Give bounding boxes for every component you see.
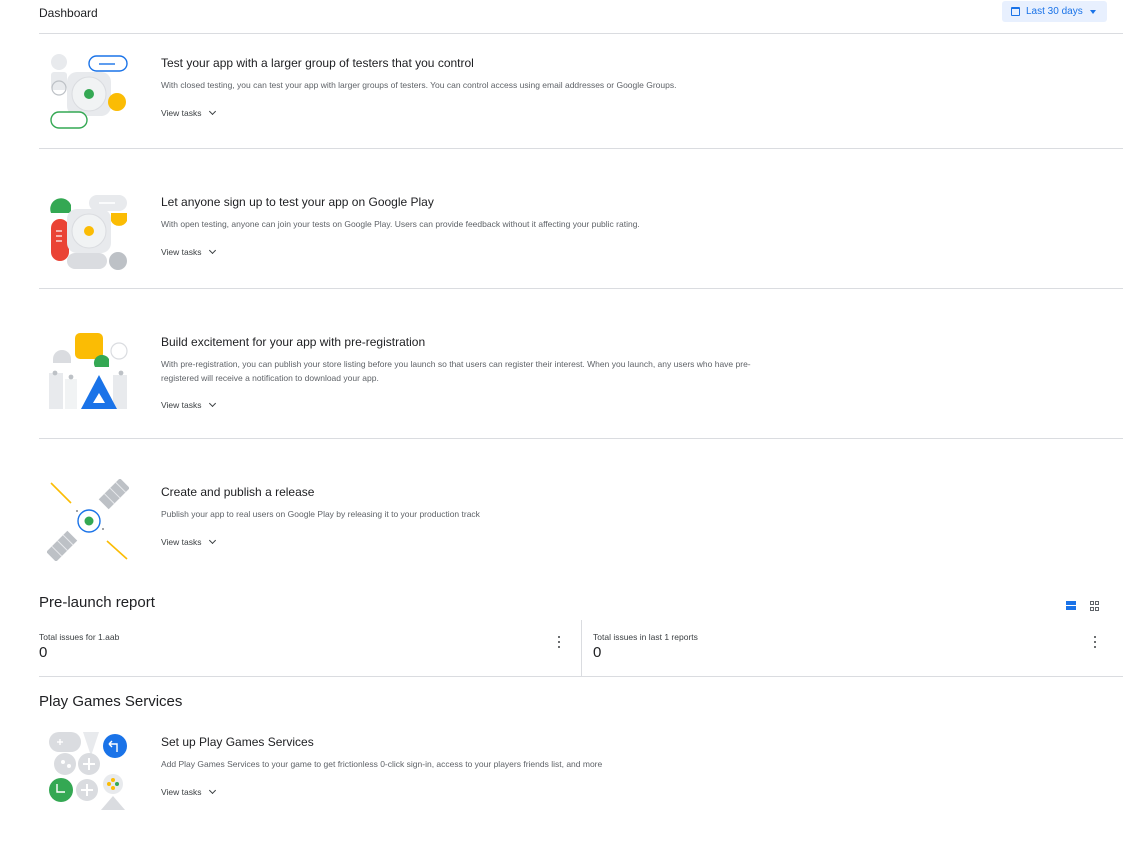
task-title: Build excitement for your app with pre-r…	[161, 335, 426, 349]
date-range-label: Last 30 days	[1026, 6, 1083, 17]
task-card-closed-testing: Test your app with a larger group of tes…	[39, 34, 1123, 148]
list-view-icon[interactable]	[1066, 601, 1076, 611]
play-games-illustration	[49, 732, 127, 810]
view-tasks-label: View tasks	[161, 787, 202, 797]
grid-view-icon[interactable]	[1090, 601, 1100, 611]
chevron-down-icon	[209, 246, 217, 255]
chevron-down-icon	[209, 536, 217, 545]
task-card-publish-release: Create and publish a release Publish you…	[39, 439, 1123, 579]
date-range-button[interactable]: Last 30 days	[1002, 1, 1107, 22]
metric-label: Total issues for 1.aab	[39, 632, 120, 642]
task-description: Add Play Games Services to your game to …	[161, 759, 603, 769]
task-title: Let anyone sign up to test your app on G…	[161, 195, 434, 209]
page-title: Dashboard	[39, 6, 98, 20]
calendar-icon	[1011, 7, 1020, 16]
more-vert-icon[interactable]	[556, 636, 562, 648]
view-tasks-label: View tasks	[161, 400, 202, 410]
task-description: With open testing, anyone can join your …	[161, 219, 640, 229]
task-description: With pre-registration, you can publish y…	[161, 359, 751, 383]
chevron-down-icon	[209, 786, 217, 795]
pre-registration-illustration	[49, 333, 128, 409]
divider	[39, 676, 1123, 677]
view-tasks-label: View tasks	[161, 247, 202, 257]
view-tasks-link[interactable]: View tasks	[161, 536, 217, 547]
caret-down-icon	[1089, 9, 1096, 14]
prelaunch-report-title: Pre-launch report	[39, 594, 155, 611]
closed-testing-illustration	[50, 54, 128, 129]
open-testing-illustration	[50, 195, 127, 270]
task-card-pre-registration: Build excitement for your app with pre-r…	[39, 289, 1123, 438]
view-tasks-label: View tasks	[161, 108, 202, 118]
play-games-title: Play Games Services	[39, 693, 183, 710]
more-vert-icon[interactable]	[1092, 636, 1098, 648]
metric-value: 0	[593, 644, 602, 661]
task-card-open-testing: Let anyone sign up to test your app on G…	[39, 149, 1123, 288]
top-bar: Dashboard Last 30 days	[0, 0, 1127, 34]
view-tasks-link[interactable]: View tasks	[161, 246, 217, 257]
task-description: With closed testing, you can test your a…	[161, 80, 677, 90]
task-card-play-games: Set up Play Games Services Add Play Game…	[39, 720, 1123, 820]
task-title: Test your app with a larger group of tes…	[161, 56, 474, 70]
chevron-down-icon	[209, 399, 217, 408]
metric-value: 0	[39, 644, 48, 661]
view-tasks-link[interactable]: View tasks	[161, 107, 217, 118]
task-title: Create and publish a release	[161, 485, 315, 499]
chevron-down-icon	[209, 107, 217, 116]
metric-divider	[581, 620, 582, 676]
publish-release-illustration	[47, 479, 129, 561]
view-tasks-link[interactable]: View tasks	[161, 786, 217, 797]
view-tasks-link[interactable]: View tasks	[161, 399, 217, 410]
view-tasks-label: View tasks	[161, 537, 202, 547]
metric-label: Total issues in last 1 reports	[593, 632, 698, 642]
task-description: Publish your app to real users on Google…	[161, 509, 480, 519]
task-title: Set up Play Games Services	[161, 735, 314, 749]
metric-card: Total issues in last 1 reports 0	[593, 620, 1123, 676]
metric-card: Total issues for 1.aab 0	[39, 620, 581, 676]
